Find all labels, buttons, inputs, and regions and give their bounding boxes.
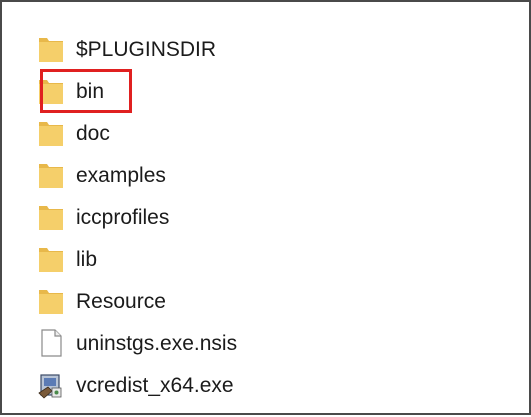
list-item-resource[interactable]: Resource: [38, 280, 237, 322]
list-item-doc[interactable]: doc: [38, 112, 237, 154]
folder-icon: [38, 119, 64, 147]
item-label: bin: [76, 79, 105, 103]
explorer-window: $PLUGINSDIR bin doc examples iccprofiles: [0, 0, 531, 415]
folder-icon: [38, 161, 64, 189]
list-item-examples[interactable]: examples: [38, 154, 237, 196]
item-label: Resource: [76, 289, 166, 313]
list-item-lib[interactable]: lib: [38, 238, 237, 280]
folder-icon: [38, 77, 64, 105]
item-label: uninstgs.exe.nsis: [76, 331, 238, 355]
list-item-bin[interactable]: bin: [38, 70, 237, 112]
file-icon: [38, 329, 64, 357]
folder-icon: [38, 35, 64, 63]
list-item-pluginsdir[interactable]: $PLUGINSDIR: [38, 28, 237, 70]
item-label: examples: [76, 163, 166, 187]
item-label: lib: [76, 247, 98, 271]
folder-icon: [38, 287, 64, 315]
list-item-vcredist[interactable]: vcredist_x64.exe: [38, 364, 237, 406]
file-list: $PLUGINSDIR bin doc examples iccprofiles: [38, 28, 237, 406]
installer-icon: [38, 371, 64, 399]
item-label: iccprofiles: [76, 205, 170, 229]
item-label: vcredist_x64.exe: [76, 373, 234, 397]
list-item-iccprofiles[interactable]: iccprofiles: [38, 196, 237, 238]
folder-icon: [38, 203, 64, 231]
item-label: $PLUGINSDIR: [76, 37, 217, 61]
item-label: doc: [76, 121, 110, 145]
folder-icon: [38, 245, 64, 273]
list-item-uninstgs[interactable]: uninstgs.exe.nsis: [38, 322, 237, 364]
